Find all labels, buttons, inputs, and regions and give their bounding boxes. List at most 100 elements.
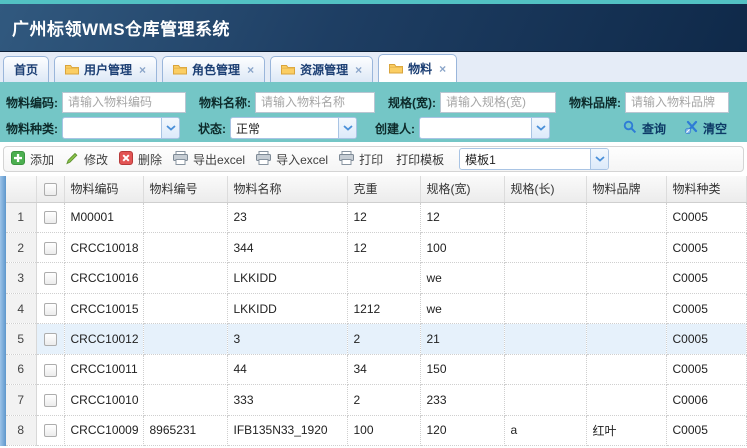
toolbar-button-label: 添加 bbox=[30, 151, 54, 168]
table-body: 1 M00001231212C0005 2 CRCC1001834412100C… bbox=[6, 202, 747, 446]
cell: CRCC10016 bbox=[64, 263, 143, 293]
table-row[interactable]: 1 M00001231212C0005 bbox=[6, 202, 747, 232]
table-row[interactable]: 3 CRCC10016LKKIDDweC0005 bbox=[6, 263, 747, 293]
table-row[interactable]: 4 CRCC10015LKKIDD1212weC0005 bbox=[6, 293, 747, 323]
materials-table: 物料编码 物料编号 物料名称 克重 规格(宽) 规格(长) 物料品牌 物料种类 … bbox=[6, 176, 747, 446]
cell: 233 bbox=[420, 385, 504, 415]
search-field-input[interactable] bbox=[255, 92, 375, 113]
category-select-group: 物料种类: bbox=[6, 117, 180, 139]
cell bbox=[504, 385, 586, 415]
clear-button[interactable]: 清空 bbox=[684, 120, 727, 137]
edit-button[interactable]: 修改 bbox=[65, 151, 108, 168]
row-number: 8 bbox=[6, 415, 36, 445]
tab-3[interactable]: 资源管理 × bbox=[270, 56, 373, 82]
col-header-category[interactable]: 物料种类 bbox=[666, 176, 747, 202]
category-select[interactable] bbox=[62, 117, 180, 139]
print-icon bbox=[339, 151, 354, 168]
row-checkbox[interactable] bbox=[44, 394, 57, 407]
cell bbox=[586, 324, 666, 354]
toolbar-wrap: 打印模板 模板1 添加 修改 删除 导出excel 导入excel 打印 bbox=[0, 142, 747, 176]
tab-1[interactable]: 用户管理 × bbox=[54, 56, 157, 82]
chevron-down-icon[interactable] bbox=[590, 149, 608, 169]
query-button[interactable]: 查询 bbox=[623, 120, 666, 137]
cell bbox=[143, 324, 227, 354]
col-header-brand[interactable]: 物料品牌 bbox=[586, 176, 666, 202]
col-header-material-name[interactable]: 物料名称 bbox=[227, 176, 347, 202]
row-checkbox[interactable] bbox=[44, 272, 57, 285]
tab-4[interactable]: 物料 × bbox=[378, 54, 457, 82]
search-field-input[interactable] bbox=[62, 92, 186, 113]
row-number: 2 bbox=[6, 232, 36, 262]
table-row[interactable]: 6 CRCC100114434150C0005 bbox=[6, 354, 747, 384]
toolbar-button-label: 删除 bbox=[138, 151, 162, 168]
close-icon[interactable]: × bbox=[439, 62, 446, 76]
add-button[interactable]: 添加 bbox=[11, 151, 54, 168]
cell: C0005 bbox=[666, 232, 747, 262]
row-checkbox[interactable] bbox=[44, 303, 57, 316]
app-header: 广州标领WMS仓库管理系统 bbox=[0, 4, 747, 52]
row-checkbox[interactable] bbox=[44, 333, 57, 346]
cell: 3 bbox=[227, 324, 347, 354]
cell: a bbox=[504, 415, 586, 445]
clear-button-label: 清空 bbox=[703, 120, 727, 137]
chevron-down-icon[interactable] bbox=[161, 118, 179, 138]
row-checkbox-cell bbox=[36, 415, 64, 445]
chevron-down-icon[interactable] bbox=[338, 118, 356, 138]
export-excel-button[interactable]: 导出excel bbox=[173, 151, 245, 168]
row-number: 5 bbox=[6, 324, 36, 354]
close-icon[interactable]: × bbox=[139, 63, 146, 77]
search-row-1: 物料编码: 物料名称: 规格(宽): 物料品牌: bbox=[6, 90, 741, 114]
search-field-input[interactable] bbox=[625, 92, 729, 113]
col-header-weight[interactable]: 克重 bbox=[347, 176, 420, 202]
toolbar: 打印模板 模板1 添加 修改 删除 导出excel 导入excel 打印 bbox=[3, 146, 744, 172]
category-label: 物料种类: bbox=[6, 120, 58, 137]
col-header-spec-length[interactable]: 规格(长) bbox=[504, 176, 586, 202]
print-template-select[interactable]: 模板1 bbox=[459, 148, 609, 170]
search-field-label: 物料品牌: bbox=[569, 94, 621, 111]
cell bbox=[143, 385, 227, 415]
search-field-input[interactable] bbox=[440, 92, 556, 113]
col-header-material-code[interactable]: 物料编码 bbox=[64, 176, 143, 202]
tab-label: 首页 bbox=[14, 61, 38, 78]
row-checkbox[interactable] bbox=[44, 211, 57, 224]
cell bbox=[143, 232, 227, 262]
tab-2[interactable]: 角色管理 × bbox=[162, 56, 265, 82]
cell bbox=[143, 263, 227, 293]
row-number: 7 bbox=[6, 385, 36, 415]
table-row[interactable]: 5 CRCC100123221C0005 bbox=[6, 324, 747, 354]
table-row[interactable]: 7 CRCC100103332233C0006 bbox=[6, 385, 747, 415]
search-icon bbox=[623, 120, 637, 137]
creator-select[interactable] bbox=[419, 117, 550, 139]
folder-icon bbox=[173, 64, 187, 75]
import-excel-button[interactable]: 导入excel bbox=[256, 151, 328, 168]
select-all-checkbox[interactable] bbox=[44, 183, 57, 196]
cell: we bbox=[420, 263, 504, 293]
row-checkbox[interactable] bbox=[44, 424, 57, 437]
cell bbox=[347, 263, 420, 293]
status-select[interactable]: 正常 bbox=[230, 117, 357, 139]
cell: C0006 bbox=[666, 385, 747, 415]
close-icon[interactable]: × bbox=[247, 63, 254, 77]
col-header-material-number[interactable]: 物料编号 bbox=[143, 176, 227, 202]
tab-0[interactable]: 首页 bbox=[3, 56, 49, 82]
search-field-label: 物料名称: bbox=[199, 94, 251, 111]
cell: C0005 bbox=[666, 263, 747, 293]
cell bbox=[586, 202, 666, 232]
row-number-header bbox=[6, 176, 36, 202]
cell: 150 bbox=[420, 354, 504, 384]
delete-button[interactable]: 删除 bbox=[119, 151, 162, 168]
edit-icon bbox=[65, 151, 79, 168]
row-checkbox-cell bbox=[36, 324, 64, 354]
close-icon[interactable]: × bbox=[355, 63, 362, 77]
col-header-spec-width[interactable]: 规格(宽) bbox=[420, 176, 504, 202]
row-checkbox[interactable] bbox=[44, 364, 57, 377]
cell: 8965231 bbox=[143, 415, 227, 445]
cell bbox=[504, 293, 586, 323]
row-checkbox[interactable] bbox=[44, 242, 57, 255]
table-row[interactable]: 8 CRCC100098965231IFB135N33_1920100120a红… bbox=[6, 415, 747, 445]
chevron-down-icon[interactable] bbox=[531, 118, 549, 138]
print-button[interactable]: 打印 bbox=[339, 151, 383, 168]
creator-select-group: 创建人: bbox=[375, 117, 550, 139]
table-row[interactable]: 2 CRCC1001834412100C0005 bbox=[6, 232, 747, 262]
toolbar-button-label: 打印 bbox=[359, 151, 383, 168]
